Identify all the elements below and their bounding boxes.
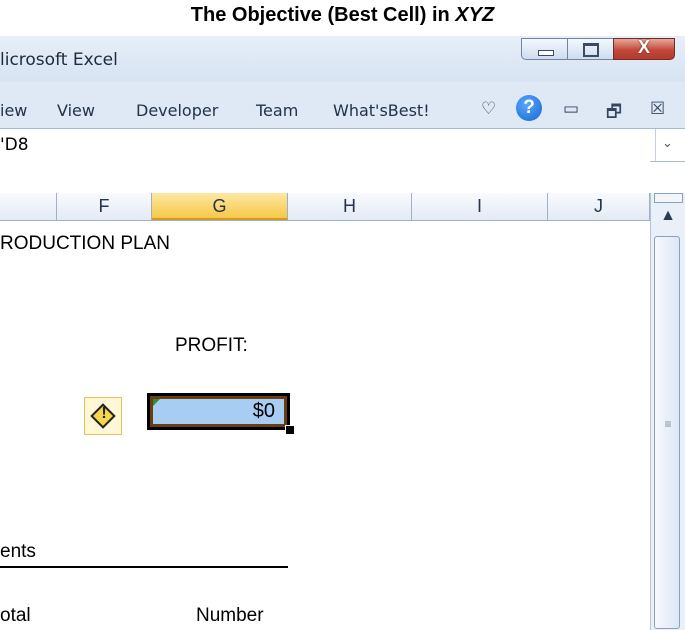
column-header-j[interactable]: J bbox=[548, 193, 650, 220]
formula-divider bbox=[655, 129, 656, 161]
cell-total-header[interactable]: otal bbox=[0, 605, 31, 627]
window-titlebar: licrosoft Excel X bbox=[0, 36, 685, 82]
formula-bar: 'D8 ⌄ bbox=[0, 128, 685, 162]
formula-text[interactable]: 'D8 bbox=[0, 135, 29, 155]
split-box[interactable] bbox=[654, 193, 683, 203]
window-controls: X bbox=[521, 37, 675, 60]
maximize-icon bbox=[583, 43, 599, 57]
fill-handle[interactable] bbox=[285, 425, 295, 435]
column-header-h[interactable]: H bbox=[288, 193, 412, 220]
close-icon: X bbox=[637, 37, 650, 57]
ribbon-tab-bar: iew View Developer Team What'sBest! ♡ ? … bbox=[0, 82, 685, 128]
error-indicator-triangle bbox=[153, 399, 160, 406]
minimize-icon bbox=[538, 50, 554, 56]
column-header-i[interactable]: I bbox=[412, 193, 548, 220]
scroll-up-icon[interactable]: ▲ bbox=[654, 205, 682, 227]
chevron-down-icon[interactable]: ⌄ bbox=[662, 135, 680, 151]
section-underline bbox=[0, 566, 288, 568]
column-header-f[interactable]: F bbox=[57, 193, 152, 220]
cell-number-header[interactable]: Number bbox=[196, 605, 264, 627]
sheet-top-gap bbox=[0, 160, 650, 193]
caption-text: The Objective (Best Cell) in bbox=[190, 4, 456, 26]
window-title: licrosoft Excel bbox=[0, 50, 118, 70]
tab-whatsbest[interactable]: What'sBest! bbox=[333, 101, 430, 120]
cell-heading[interactable]: RODUCTION PLAN bbox=[0, 233, 170, 255]
warning-exclamation: ! bbox=[101, 405, 107, 422]
figure-caption: The Objective (Best Cell) in XYZ bbox=[0, 4, 685, 27]
close-workbook-icon[interactable]: ☒ bbox=[650, 99, 665, 119]
minimize-window-button[interactable] bbox=[521, 38, 567, 60]
tab-view[interactable]: View bbox=[57, 101, 95, 120]
tab-developer[interactable]: Developer bbox=[136, 101, 218, 120]
column-header-e[interactable] bbox=[0, 193, 57, 220]
vertical-scrollbar[interactable]: ▲ ≡ bbox=[650, 193, 685, 630]
grip-icon: ≡ bbox=[664, 417, 672, 431]
cell-profit-label[interactable]: PROFIT: bbox=[175, 335, 248, 357]
close-window-button[interactable]: X bbox=[613, 37, 675, 60]
warning-icon[interactable]: ! bbox=[84, 397, 122, 435]
caption-emphasis: XYZ bbox=[455, 4, 495, 26]
heart-icon[interactable]: ♡ bbox=[481, 99, 496, 119]
restore-window-icon[interactable]: 🗗 bbox=[606, 99, 622, 128]
tab-team[interactable]: Team bbox=[256, 101, 298, 120]
cell-section-label[interactable]: ents bbox=[0, 541, 36, 563]
maximize-window-button[interactable] bbox=[567, 38, 613, 60]
profit-value: $0 bbox=[252, 400, 275, 422]
help-icon[interactable]: ? bbox=[516, 95, 542, 121]
scroll-thumb[interactable]: ≡ bbox=[654, 236, 680, 629]
minimize-ribbon-icon[interactable]: ▭ bbox=[563, 99, 579, 119]
tab-review[interactable]: iew bbox=[0, 101, 27, 120]
column-header-g[interactable]: G bbox=[152, 193, 288, 220]
profit-cell-selected[interactable]: $0 bbox=[147, 393, 290, 430]
